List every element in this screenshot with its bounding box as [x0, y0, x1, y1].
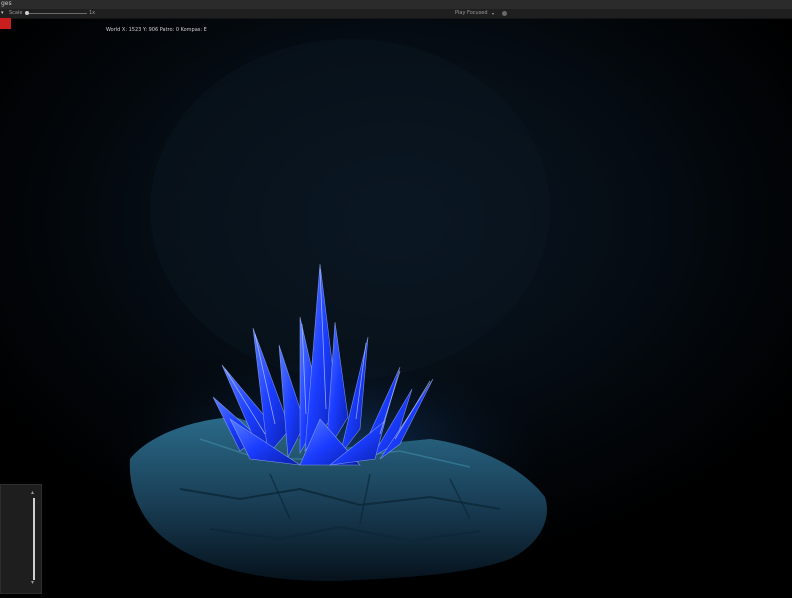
vertical-slider-panel: ▴ ▾ [0, 484, 42, 594]
record-button[interactable] [0, 18, 11, 29]
slider-up-arrow-icon[interactable]: ▴ [31, 490, 34, 496]
scale-slider-track[interactable] [27, 13, 87, 14]
play-mode-arrow[interactable]: ▾ [492, 9, 494, 18]
editor-title-bar: ges [0, 0, 792, 9]
play-mode-dropdown[interactable]: Play Focused [455, 9, 488, 18]
scale-label: Scale [9, 10, 23, 16]
scene-render [0, 19, 792, 594]
audio-icon[interactable] [502, 11, 507, 16]
vertical-slider-track[interactable] [33, 498, 35, 580]
slider-down-arrow-icon[interactable]: ▾ [31, 580, 34, 586]
display-dropdown-arrow[interactable]: ▾ [1, 9, 4, 18]
game-view-toolbar: ▾ Scale 1x Play Focused ▾ [0, 9, 792, 19]
game-viewport[interactable] [0, 19, 792, 594]
window-title: ges [1, 0, 12, 7]
scale-value: 1x [89, 10, 96, 16]
hud-status-text: World X: 1523 Y: 906 Patro: 0 Kompas: E [106, 27, 207, 33]
scale-slider-handle[interactable] [25, 11, 29, 15]
cave-wall [150, 39, 550, 379]
